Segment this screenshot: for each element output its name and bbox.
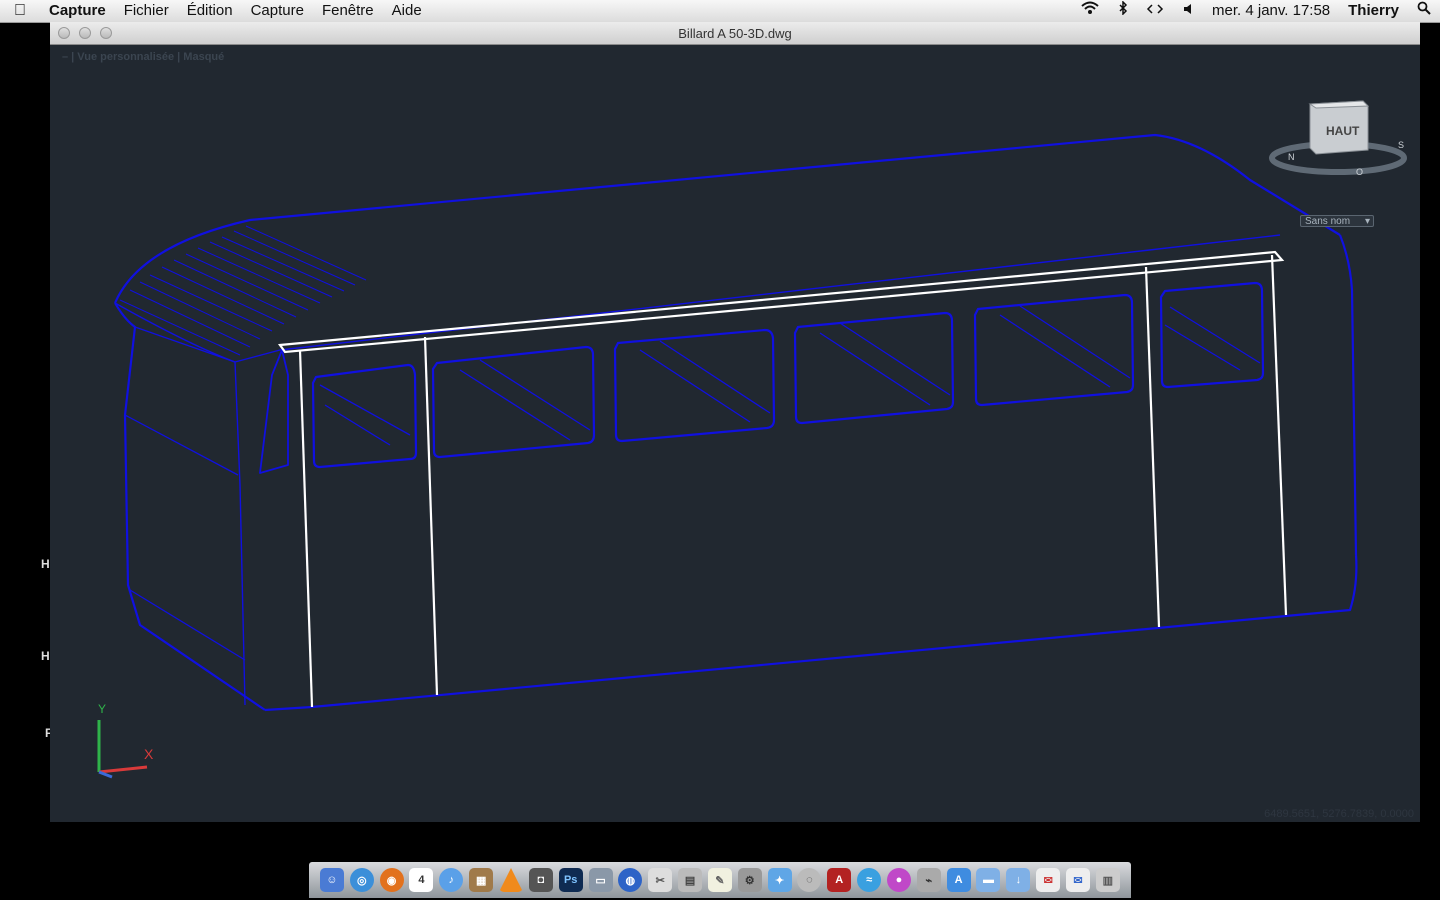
bluetooth-app-icon[interactable]: ● — [886, 868, 911, 892]
scanner-icon[interactable]: ▭ — [588, 868, 613, 892]
firefox-icon[interactable]: ◉ — [379, 868, 404, 892]
browser-icon[interactable]: ◌ — [797, 868, 822, 892]
left-edge-letter: H — [41, 649, 50, 663]
photoshop-icon[interactable]: Ps — [558, 868, 583, 892]
wifi-icon[interactable] — [1071, 0, 1109, 22]
compass-s: S — [1398, 140, 1404, 150]
view-menu-label: Sans nom — [1305, 216, 1351, 227]
apple-icon[interactable]:  — [0, 2, 40, 20]
safari-icon[interactable]: ◎ — [349, 868, 374, 892]
roof-hatching — [119, 225, 367, 356]
viewcube-face-label: HAUT — [1326, 124, 1360, 138]
photo-icon[interactable]: ▦ — [469, 868, 494, 892]
itunes-icon[interactable]: ♪ — [439, 868, 464, 892]
menu-capture[interactable]: Capture — [242, 0, 313, 22]
ucs-x-label: X — [144, 746, 154, 762]
calendar-icon[interactable]: 4 — [409, 868, 434, 892]
autocad-icon[interactable]: A — [827, 868, 852, 892]
wireless-icon[interactable]: ⌁ — [916, 868, 941, 892]
mail-icon[interactable]: ✉ — [1036, 868, 1061, 892]
menu-app-name[interactable]: Capture — [40, 0, 115, 22]
sync-icon[interactable] — [1137, 0, 1173, 22]
calculator-icon[interactable]: ▤ — [678, 868, 703, 892]
handrails — [277, 250, 1288, 708]
trash-icon[interactable]: ▥ — [1095, 868, 1120, 892]
view-menu-dropdown[interactable]: Sans nom ▾ — [1300, 215, 1374, 227]
downloads-icon[interactable]: ↓ — [1006, 868, 1031, 892]
bluetooth-icon[interactable] — [1109, 0, 1137, 22]
camera-icon[interactable]: ◘ — [528, 868, 553, 892]
chevron-down-icon: ▾ — [1364, 216, 1370, 227]
dock: ☺ ◎ ◉ 4 ♪ ▦ ◘ Ps ▭ ◍ ✂ ▤ ✎ ⚙ ✦ ◌ A ≈ ● ⌁… — [309, 862, 1131, 898]
menu-fenetre[interactable]: Fenêtre — [313, 0, 383, 22]
folder-icon[interactable]: ▬ — [976, 868, 1001, 892]
window-titlebar[interactable]: Billard A 50-3D.dwg — [50, 22, 1420, 45]
ucs-y-label: Y — [98, 702, 107, 716]
user-name[interactable]: Thierry — [1339, 0, 1408, 22]
compass-o: O — [1356, 167, 1363, 177]
settings-icon[interactable]: ⚙ — [737, 868, 762, 892]
vlc-icon[interactable] — [498, 868, 523, 892]
window-title: Billard A 50-3D.dwg — [678, 26, 792, 41]
drawing-window: Billard A 50-3D.dwg – | Vue personnalisé… — [50, 22, 1420, 822]
utility-icon[interactable]: ✦ — [767, 868, 792, 892]
menu-fichier[interactable]: Fichier — [115, 0, 178, 22]
menu-edition[interactable]: Édition — [178, 0, 242, 22]
left-edge-letter: H — [41, 557, 50, 571]
mail2-icon[interactable]: ✉ — [1066, 868, 1091, 892]
menu-aide[interactable]: Aide — [383, 0, 431, 22]
notes-icon[interactable]: ✎ — [707, 868, 732, 892]
model-viewport[interactable] — [50, 45, 1420, 821]
railcar-wireframe — [113, 133, 1358, 712]
preview-icon[interactable]: ✂ — [648, 868, 673, 892]
airdrop-icon[interactable]: ≈ — [857, 868, 882, 892]
viewcube[interactable]: N O S HAUT — [1268, 98, 1408, 188]
compass-n: N — [1288, 152, 1295, 162]
menu-bar:  Capture Fichier Édition Capture Fenêtr… — [0, 0, 1440, 23]
volume-icon[interactable] — [1173, 0, 1203, 22]
clock[interactable]: mer. 4 janv. 17:58 — [1203, 0, 1339, 22]
spotlight-icon[interactable] — [1408, 0, 1440, 22]
coordinates-readout: 6489.5651, 5276.7839, 0.0000 — [1264, 808, 1414, 820]
finder-icon[interactable]: ☺ — [319, 868, 344, 892]
globe-icon[interactable]: ◍ — [618, 868, 643, 892]
ucs-icon: Y X — [92, 702, 162, 782]
app-store-icon[interactable]: A — [946, 868, 971, 892]
